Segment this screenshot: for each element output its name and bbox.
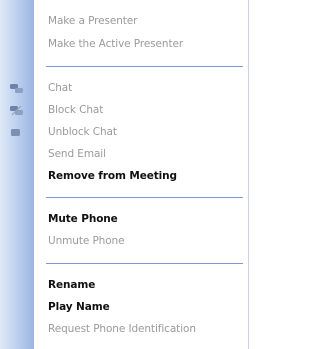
menu-item-unblock-chat[interactable]: Unblock Chat [0,123,249,144]
menu-item-chat[interactable]: Chat [0,79,249,100]
unblock-chat-icon [10,127,22,139]
context-menu: Make a Presenter Make the Active Present… [0,0,249,349]
menu-item-make-a-presenter[interactable]: Make a Presenter [0,12,249,33]
menu-item-label: Chat [48,82,73,94]
menu-item-label: Make the Active Presenter [48,38,184,50]
menu-item-label: Make a Presenter [48,15,138,27]
menu-item-unmute-phone[interactable]: Unmute Phone [0,232,249,253]
block-chat-icon [10,105,23,117]
menu-item-rename[interactable]: Rename [0,276,249,297]
menu-item-make-active-presenter[interactable]: Make the Active Presenter [0,35,249,56]
menu-item-block-chat[interactable]: Block Chat [0,101,249,122]
menu-item-label: Block Chat [48,104,104,116]
menu-item-label: Mute Phone [48,213,118,225]
menu-item-send-email[interactable]: Send Email [0,145,249,166]
menu-item-request-phone-identification[interactable]: Request Phone Identification [0,320,249,341]
menu-item-label: Request Phone Identification [48,323,196,335]
menu-separator [46,197,243,198]
menu-item-label: Remove from Meeting [48,170,177,182]
menu-separator [46,66,243,67]
menu-separator [46,263,243,264]
menu-item-mute-phone[interactable]: Mute Phone [0,210,249,231]
chat-bubbles-icon [10,83,23,95]
menu-item-label: Unblock Chat [48,126,117,138]
menu-item-label: Send Email [48,148,106,160]
menu-item-label: Play Name [48,301,110,313]
menu-item-label: Unmute Phone [48,235,125,247]
menu-item-play-name[interactable]: Play Name [0,298,249,319]
menu-item-remove-from-meeting[interactable]: Remove from Meeting [0,167,249,188]
menu-item-label: Rename [48,279,96,291]
